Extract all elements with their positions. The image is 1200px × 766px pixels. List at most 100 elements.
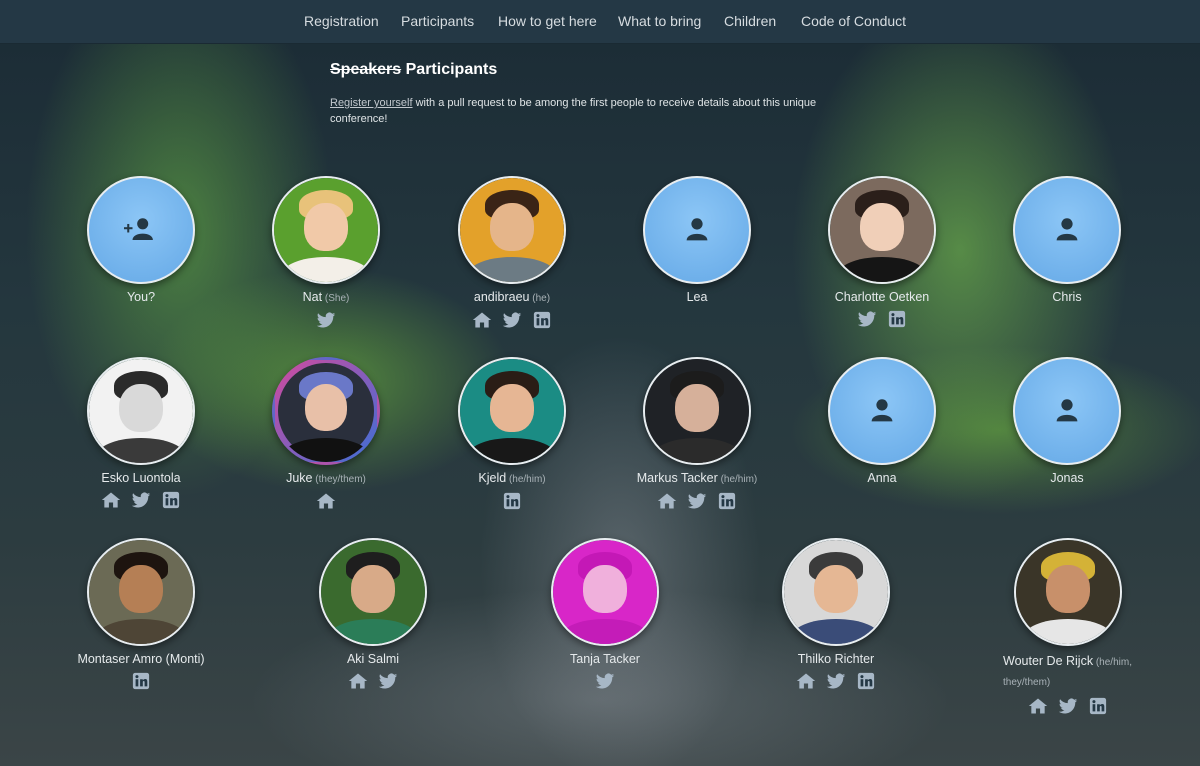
participant-name: Thilko Richter (756, 652, 916, 667)
participant-links (246, 311, 406, 329)
twitter-icon[interactable] (502, 311, 522, 329)
avatar (551, 538, 659, 646)
participant-name-text: Markus Tacker (636, 471, 718, 485)
participant-card: Chris (987, 176, 1147, 305)
placeholder-avatar (643, 176, 751, 284)
participant-name: andibraeu (he) (432, 290, 592, 306)
participant-name: Nat (She) (246, 290, 406, 306)
linkedin-icon[interactable] (532, 311, 552, 329)
avatar (272, 176, 380, 284)
twitter-icon[interactable] (687, 492, 707, 510)
participant-name: Markus Tacker (he/him) (617, 471, 777, 487)
linkedin-icon[interactable] (502, 492, 522, 510)
participant-name: Tanja Tacker (525, 652, 685, 667)
participant-card: Jonas (987, 357, 1147, 486)
participant-card: Kjeld (he/him) (432, 357, 592, 510)
twitter-icon[interactable] (316, 311, 336, 329)
participant-name-text: Jonas (1050, 471, 1084, 485)
nav-participants[interactable]: Participants (401, 13, 474, 29)
avatar (1014, 538, 1122, 646)
user-icon (871, 399, 893, 422)
add-user-icon (124, 217, 158, 243)
home-icon[interactable] (101, 491, 121, 509)
twitter-icon[interactable] (826, 672, 846, 690)
linkedin-icon[interactable] (1088, 697, 1108, 715)
participant-card: Juke (they/them) (246, 357, 406, 510)
nav-what-to-bring[interactable]: What to bring (618, 13, 701, 29)
nav-how-to-get-here[interactable]: How to get here (498, 13, 597, 29)
participant-links (802, 310, 962, 328)
twitter-icon[interactable] (131, 491, 151, 509)
participant-card: Wouter De Rijck (he/him, they/them) (988, 538, 1148, 715)
participant-name-text: Nat (302, 290, 323, 304)
participant-name: Montaser Amro (Monti) (61, 652, 221, 667)
participant-name-text: andibraeu (473, 290, 530, 304)
participant-links (988, 697, 1148, 715)
nav-registration[interactable]: Registration (304, 13, 379, 29)
linkedin-icon[interactable] (887, 310, 907, 328)
participant-card: Anna (802, 357, 962, 486)
nav-children[interactable]: Children (724, 13, 776, 29)
intro-text: Register yourself with a pull request to… (330, 96, 830, 127)
register-link[interactable]: Register yourself (330, 97, 413, 109)
home-icon[interactable] (1028, 697, 1048, 715)
twitter-icon[interactable] (378, 672, 398, 690)
participant-name-text: Aki Salmi (346, 652, 400, 666)
twitter-icon[interactable] (857, 310, 877, 328)
home-icon[interactable] (796, 672, 816, 690)
top-nav: Registration Participants How to get her… (0, 0, 1200, 44)
linkedin-icon[interactable] (161, 491, 181, 509)
participant-name-text: Kjeld (478, 471, 507, 485)
twitter-icon[interactable] (595, 672, 615, 690)
add-participant-avatar[interactable] (87, 176, 195, 284)
participant-links (617, 492, 777, 510)
placeholder-avatar (1013, 357, 1121, 465)
participant-card: Markus Tacker (he/him) (617, 357, 777, 510)
participant-card: andibraeu (he) (432, 176, 592, 329)
participant-name-text: Tanja Tacker (570, 652, 640, 666)
user-icon (686, 218, 708, 241)
twitter-icon[interactable] (1058, 697, 1078, 715)
participant-card: Esko Luontola (61, 357, 221, 509)
participant-name: Chris (987, 290, 1147, 305)
participant-name-text: Charlotte Oetken (834, 290, 930, 304)
participant-name: Aki Salmi (293, 652, 453, 667)
participant-name-text: Esko Luontola (101, 471, 181, 485)
user-icon (1056, 218, 1078, 241)
participant-card: Charlotte Oetken (802, 176, 962, 328)
nav-code-of-conduct[interactable]: Code of Conduct (801, 13, 906, 29)
avatar (828, 176, 936, 284)
avatar (87, 357, 195, 465)
participant-card: Thilko Richter (756, 538, 916, 690)
participant-name-text: Anna (867, 471, 897, 485)
home-icon[interactable] (316, 492, 336, 510)
home-icon[interactable] (472, 311, 492, 329)
participant-card: Lea (617, 176, 777, 305)
linkedin-icon[interactable] (717, 492, 737, 510)
participant-name-text: Wouter De Rijck (1003, 654, 1094, 668)
home-icon[interactable] (657, 492, 677, 510)
participant-card: Tanja Tacker (525, 538, 685, 690)
participant-name: Esko Luontola (61, 471, 221, 486)
page-title-main: Participants (405, 61, 498, 78)
participant-name: Charlotte Oetken (802, 290, 962, 305)
avatar (643, 357, 751, 465)
participant-name-text: Juke (286, 471, 313, 485)
participant-pronouns: (he/him) (506, 474, 546, 485)
user-icon (1054, 398, 1080, 424)
linkedin-icon[interactable] (856, 672, 876, 690)
participant-links (432, 311, 592, 329)
participant-name: Wouter De Rijck (he/him, they/them) (1003, 652, 1153, 692)
participant-name: Jonas (987, 471, 1147, 486)
participant-card: You? (61, 176, 221, 305)
placeholder-avatar (828, 357, 936, 465)
participant-pronouns: (he/him) (717, 474, 758, 485)
participant-links (61, 491, 221, 509)
participant-card: Montaser Amro (Monti) (61, 538, 221, 690)
page-title: Speakers Participants (330, 61, 497, 79)
linkedin-icon[interactable] (131, 672, 151, 690)
participant-name-text: Thilko Richter (797, 652, 875, 666)
participant-name: Lea (617, 290, 777, 305)
participant-name: Anna (802, 471, 962, 486)
home-icon[interactable] (348, 672, 368, 690)
